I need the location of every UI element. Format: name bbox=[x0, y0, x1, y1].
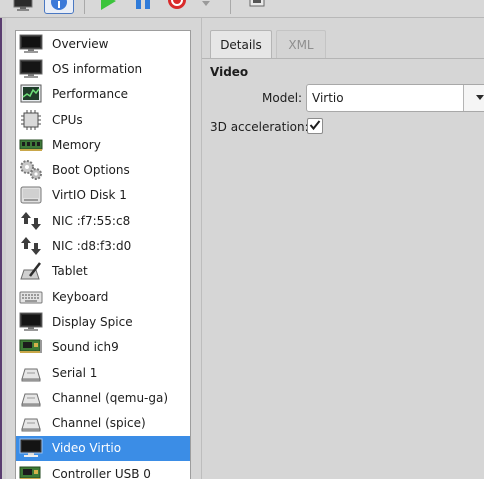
section-title: Video bbox=[210, 65, 249, 79]
hardware-item-label: CPUs bbox=[52, 112, 83, 127]
monitor-icon bbox=[13, 0, 33, 11]
pane-divider[interactable] bbox=[201, 18, 202, 479]
hardware-item-label: Sound ich9 bbox=[52, 340, 119, 355]
hardware-item-label: Video Virtio bbox=[52, 441, 122, 456]
toolbar-separator bbox=[230, 0, 231, 14]
hardware-item-label: Channel (qemu-ga) bbox=[52, 390, 169, 405]
hardware-item[interactable]: NIC :f7:55:c8 bbox=[16, 208, 190, 233]
pause-button[interactable] bbox=[130, 0, 156, 14]
hardware-item-label: Controller USB 0 bbox=[52, 466, 151, 479]
hardware-list[interactable]: Overview OS information Performance CPUs Mem… bbox=[15, 30, 191, 479]
run-icon bbox=[98, 0, 118, 11]
info-icon bbox=[50, 0, 68, 11]
hardware-item-label: NIC :d8:f3:d0 bbox=[52, 239, 132, 254]
hardware-item[interactable]: VirtIO Disk 1 bbox=[16, 183, 190, 208]
tablet-pen-icon bbox=[19, 260, 43, 282]
hardware-item[interactable]: Overview bbox=[16, 31, 190, 56]
hardware-item-label: Boot Options bbox=[52, 163, 130, 178]
model-label: Model: bbox=[262, 91, 303, 105]
channel-device-icon bbox=[19, 412, 43, 434]
channel-device-icon bbox=[19, 387, 43, 409]
monitor-icon bbox=[19, 33, 43, 55]
network-arrows-icon bbox=[19, 210, 43, 232]
chevron-down-icon bbox=[475, 91, 484, 105]
hardware-item[interactable]: Display Spice bbox=[16, 309, 190, 334]
shutdown-icon bbox=[166, 0, 188, 11]
hardware-item-label: Tablet bbox=[52, 264, 88, 279]
memory-module-icon bbox=[19, 134, 43, 156]
controller-card-icon bbox=[19, 463, 43, 479]
os-monitor-icon bbox=[19, 58, 43, 80]
run-button[interactable] bbox=[95, 0, 121, 14]
console-button[interactable] bbox=[10, 0, 36, 14]
hardware-item[interactable]: Keyboard bbox=[16, 284, 190, 309]
hardware-item-label: NIC :f7:55:c8 bbox=[52, 213, 131, 228]
tab-xml-label: XML bbox=[288, 38, 314, 52]
hardware-item-label: OS information bbox=[52, 61, 143, 76]
checkmark-icon bbox=[309, 119, 321, 134]
hardware-item[interactable]: OS information bbox=[16, 56, 190, 81]
hardware-item[interactable]: CPUs bbox=[16, 107, 190, 132]
hardware-item-label: Performance bbox=[52, 87, 129, 102]
hardware-item[interactable]: Boot Options bbox=[16, 157, 190, 182]
cpu-chip-icon bbox=[19, 109, 43, 131]
hardware-item-label: Display Spice bbox=[52, 314, 133, 329]
model-combobox[interactable]: Virtio bbox=[306, 84, 484, 112]
hardware-item-label: Overview bbox=[52, 36, 109, 51]
hardware-item[interactable]: NIC :d8:f3:d0 bbox=[16, 233, 190, 258]
hardware-item[interactable]: Channel (qemu-ga) bbox=[16, 385, 190, 410]
hardware-item[interactable]: Video Virtio bbox=[16, 435, 190, 462]
hardware-item[interactable]: Performance bbox=[16, 82, 190, 107]
pause-icon bbox=[133, 0, 153, 11]
disk-drive-icon bbox=[19, 184, 43, 206]
tab-xml[interactable]: XML bbox=[276, 30, 326, 59]
keyboard-icon bbox=[19, 286, 43, 308]
hardware-item-label: Keyboard bbox=[52, 289, 109, 304]
hardware-item[interactable]: Memory bbox=[16, 132, 190, 157]
serial-device-icon bbox=[19, 362, 43, 384]
toolbar bbox=[0, 0, 484, 18]
hardware-item-label: VirtIO Disk 1 bbox=[52, 188, 127, 203]
shutdown-button[interactable] bbox=[164, 0, 190, 14]
tab-details[interactable]: Details bbox=[210, 30, 272, 59]
dropdown-arrow-icon bbox=[201, 0, 211, 9]
display-monitor-icon bbox=[19, 311, 43, 333]
hardware-item[interactable]: Serial 1 bbox=[16, 360, 190, 385]
sound-card-icon bbox=[19, 336, 43, 358]
model-dropdown-button[interactable] bbox=[463, 85, 484, 111]
toolbar-separator bbox=[84, 0, 85, 14]
hardware-item-label: Memory bbox=[52, 137, 101, 152]
tab-underline bbox=[202, 58, 484, 59]
accel-label: 3D acceleration: bbox=[210, 120, 309, 134]
window-edge bbox=[0, 18, 6, 479]
shutdown-menu-button[interactable] bbox=[197, 0, 215, 14]
hardware-item-label: Channel (spice) bbox=[52, 416, 146, 431]
details-button[interactable] bbox=[44, 0, 74, 14]
gears-icon bbox=[19, 159, 43, 181]
screenshot-button[interactable] bbox=[244, 0, 270, 14]
hardware-item[interactable]: Sound ich9 bbox=[16, 335, 190, 360]
hardware-item[interactable]: Channel (spice) bbox=[16, 410, 190, 435]
accel-checkbox[interactable] bbox=[307, 118, 323, 134]
performance-graph-icon bbox=[19, 83, 43, 105]
model-value[interactable]: Virtio bbox=[307, 91, 463, 105]
tab-details-label: Details bbox=[220, 38, 262, 52]
hardware-item-label: Serial 1 bbox=[52, 365, 98, 380]
hardware-item[interactable]: Controller USB 0 bbox=[16, 461, 190, 479]
hardware-item[interactable]: Tablet bbox=[16, 259, 190, 284]
network-arrows-icon bbox=[19, 235, 43, 257]
video-monitor-icon bbox=[19, 437, 43, 459]
screenshot-icon bbox=[247, 0, 267, 11]
